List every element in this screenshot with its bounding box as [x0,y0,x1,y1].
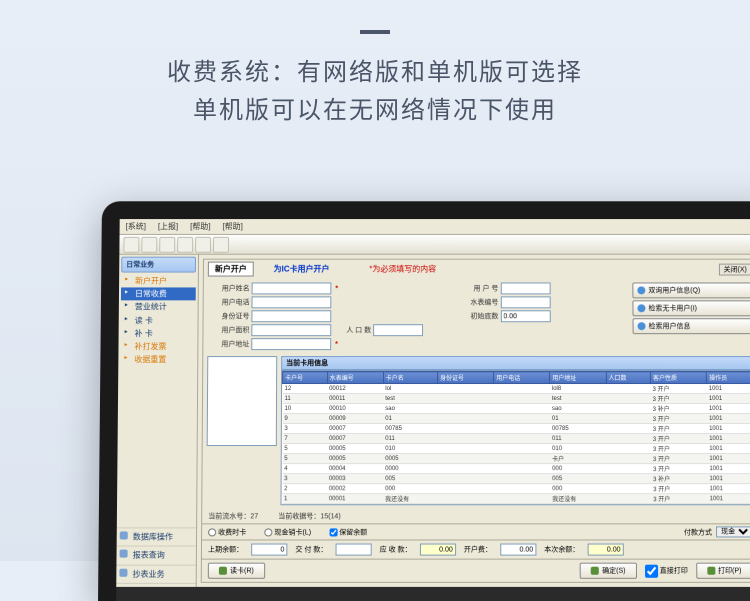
marketing-line-2: 单机版可以在无网络情况下使用 [0,92,750,130]
table-header: 用户电话 [494,372,550,384]
divider [360,30,390,34]
user-table[interactable]: 卡户号水表编号卡户名身份证号用户电话用户地址人口数客户性质操作员1200012l… [281,370,750,505]
form-input[interactable] [373,324,423,336]
form-input[interactable] [251,324,331,336]
form-input[interactable] [500,296,550,308]
table-header: 人口数 [606,372,651,384]
sidebar-item[interactable]: 新户开户 [121,275,196,288]
table-row[interactable]: 90000901013 开户1001 [282,413,750,423]
toolbar-btn[interactable] [123,236,139,252]
query-button[interactable]: 检索用户信息 [633,318,750,334]
form-input[interactable] [251,338,331,350]
panel-required-hint: *为必须填写的内容 [369,264,436,275]
table-header: 身份证号 [438,372,494,384]
sidebar-item[interactable]: 补 卡 [121,327,196,340]
menu-upload[interactable]: [上报] [158,221,178,232]
info-line: 当前流水号：27 当前收据号：15(14) [202,509,750,523]
table-row[interactable]: 100001我还没有我还没有3 开户1001 [282,494,750,504]
sidebar-header: 日常业务 [121,257,196,273]
table-row[interactable]: 2000020000003 开户1001 [282,484,750,494]
toolbar [119,235,750,255]
marketing-block: 收费系统：有网络版和单机版可选择 单机版可以在无网络情况下使用 [0,0,750,131]
main-area: 新户开户 为IC卡用户开户 *为必须填写的内容 关闭(X) 用户姓名*用户电话身… [197,255,750,601]
query-button[interactable]: 双询用户信息(Q) [632,282,750,298]
toolbar-btn[interactable] [141,236,157,252]
receivable-input[interactable] [420,544,456,556]
photo-placeholder [207,356,278,446]
table-row[interactable]: 5000050005卡户3 开户1001 [282,454,750,464]
menu-help[interactable]: [帮助] [190,221,210,232]
form-input[interactable] [500,310,550,322]
table-row[interactable]: 1200012lollol83 开户1001 [283,384,750,394]
sidebar-bottom-item[interactable]: 数据库操作 [117,528,196,546]
table-row[interactable]: 7000070110113 开户1001 [282,434,750,444]
form-input[interactable] [252,282,332,294]
open-fee-input[interactable] [500,544,536,556]
this-balance-input[interactable] [587,544,623,556]
radio-card[interactable]: 收费时卡 [208,527,246,537]
table-header: 卡户名 [383,372,437,384]
sidebar-item[interactable]: 收据重置 [120,353,195,366]
table-row[interactable]: 1000010saosao3 补户1001 [282,403,750,413]
print-button[interactable]: 打印(P) [696,563,750,579]
menubar: [系统] [上报] [帮助] [帮助] [120,219,750,235]
direct-print-checkbox[interactable]: 直接打印 [645,564,688,577]
toolbar-btn[interactable] [177,236,193,252]
query-button[interactable]: 检索无卡用户(I) [632,300,750,316]
table-title: 当前卡用信息 [281,356,750,370]
sidebar-bottom-item[interactable]: 抄表业务 [116,564,196,582]
options-bar: 收费时卡 现金销卡(L) 保留余额 付款方式 现金 [202,523,750,539]
marketing-line-1: 收费系统：有网络版和单机版可选择 [0,54,750,92]
form-area: 用户姓名*用户电话身份证号用户面积人 口 数用户地址* 用 户 号水表编号初始底… [203,279,750,357]
checkbox-keep-balance[interactable]: 保留余额 [329,527,367,537]
table-header: 客户性质 [650,372,706,384]
pay-method-select[interactable]: 现金 [716,526,750,537]
paid-input[interactable] [335,544,371,556]
toolbar-btn[interactable] [195,236,211,252]
sidebar-item[interactable]: 日常收费 [121,288,196,301]
form-input[interactable] [251,310,331,322]
sidebar-item[interactable]: 补打发票 [120,340,195,353]
table-header: 操作员 [707,372,750,384]
table-row[interactable]: 3000030050053 补户1001 [282,474,750,484]
sidebar-bottom-item[interactable]: 报表查询 [116,546,196,564]
sidebar: 日常业务 新户开户日常收费营业统计读 卡补 卡补打发票收据重置 数据库操作报表查… [116,255,199,601]
sidebar-item[interactable]: 读 卡 [121,314,196,327]
table-header: 卡户号 [283,372,328,384]
laptop-frame: [系统] [上报] [帮助] [帮助] 日常业务 新户开户日常收费营业统计读 卡… [98,201,750,601]
menu-help2[interactable]: [帮助] [222,221,242,232]
form-input[interactable] [500,282,550,294]
radio-cash[interactable]: 现金销卡(L) [264,527,311,537]
table-row[interactable]: 30000700785007853 开户1001 [282,424,750,434]
table-header: 水表编号 [327,372,383,384]
toolbar-btn[interactable] [159,236,175,252]
statusbar [116,587,750,601]
table-row[interactable]: 40000400000003 开户1001 [282,464,750,474]
pay-method-label: 付款方式 [684,527,712,537]
menu-system[interactable]: [系统] [126,221,146,232]
action-bar: 读卡(R) 确定(S) 直接打印 打印(P) [202,559,750,582]
panel-subtitle: 为IC卡用户开户 [274,264,330,275]
close-button[interactable]: 关闭(X) [719,263,750,275]
toolbar-btn[interactable] [213,236,229,252]
confirm-button[interactable]: 确定(S) [580,563,637,579]
table-row[interactable]: 1100011testtest3 开户1001 [282,394,750,404]
panel-tab: 新户开户 [208,262,254,277]
table-header: 用户地址 [550,372,606,384]
table-row[interactable]: 5000050100103 开户1001 [282,444,750,454]
sidebar-item[interactable]: 营业统计 [121,301,196,314]
app-window: [系统] [上报] [帮助] [帮助] 日常业务 新户开户日常收费营业统计读 卡… [116,219,750,601]
read-card-button[interactable]: 读卡(R) [208,563,265,579]
open-account-panel: 新户开户 为IC卡用户开户 *为必须填写的内容 关闭(X) 用户姓名*用户电话身… [201,259,750,583]
money-bar: 上期余额： 交 付 款： 应 收 款： 开户费： 本次余额： [202,539,750,558]
form-input[interactable] [252,296,332,308]
workspace: 日常业务 新户开户日常收费营业统计读 卡补 卡补打发票收据重置 数据库操作报表查… [116,255,750,601]
prev-balance-input[interactable] [251,544,287,556]
